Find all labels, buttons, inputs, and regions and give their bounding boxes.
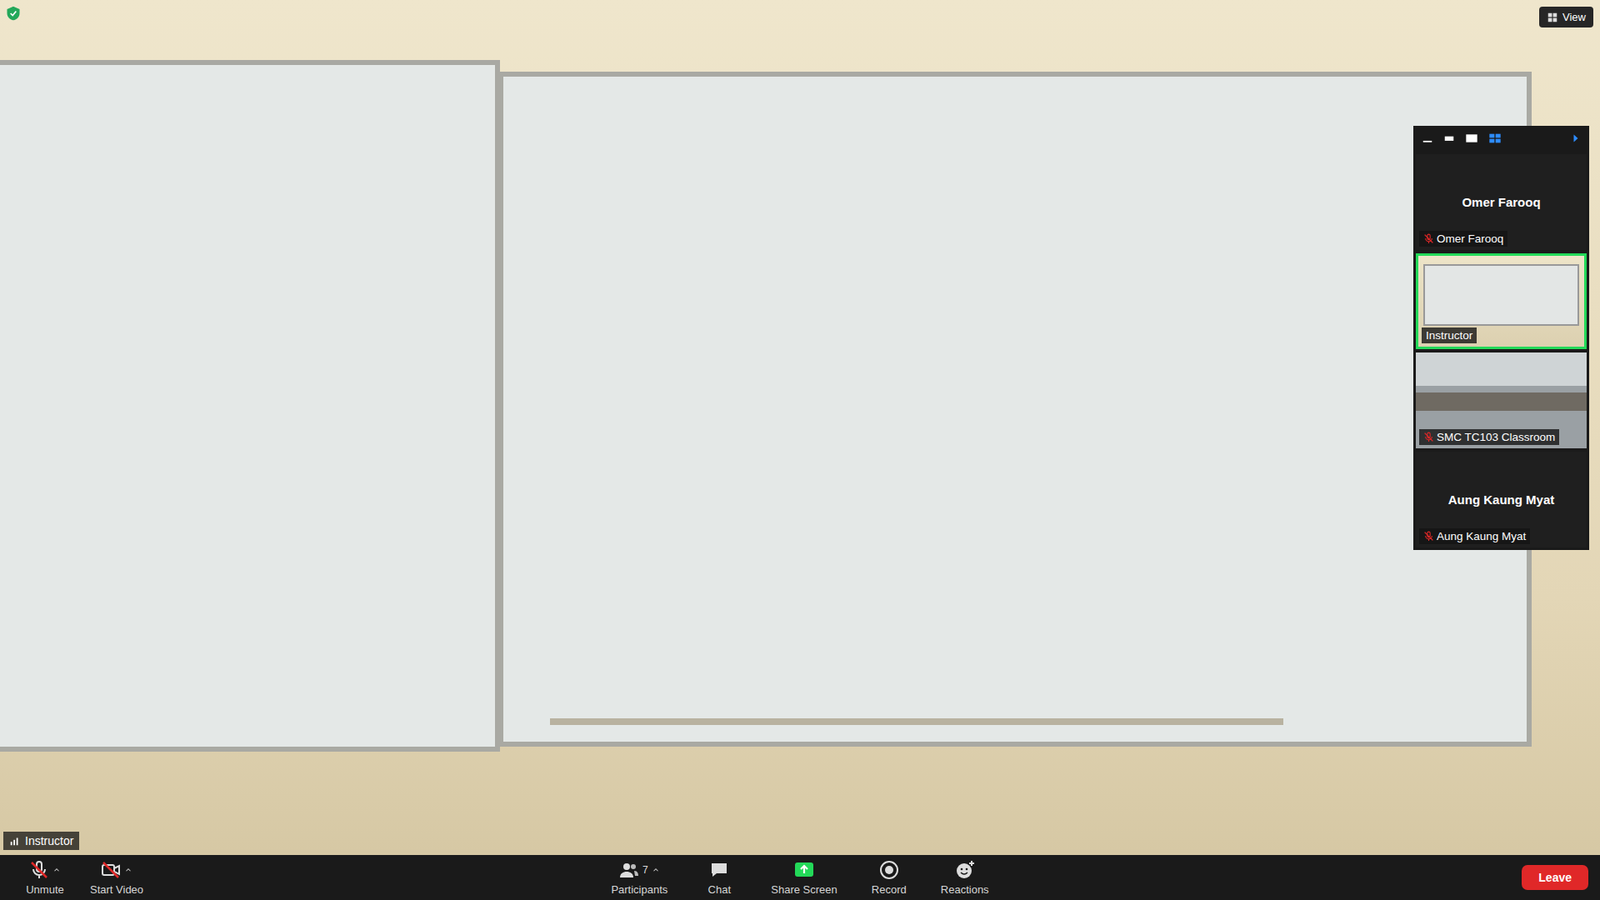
options-caret-icon[interactable] bbox=[651, 865, 660, 875]
participant-tile[interactable]: Instructor bbox=[1415, 253, 1587, 350]
speaker-view-icon[interactable] bbox=[1465, 131, 1479, 145]
view-button[interactable]: View bbox=[1539, 6, 1594, 28]
meeting-toolbar: Unmute Start Video 7 Participants Chat Share … bbox=[0, 855, 1600, 900]
marker-tray bbox=[550, 718, 1284, 725]
participant-tile[interactable]: Aung Kaung Myat Aung Kaung Myat bbox=[1415, 451, 1587, 548]
tile-label: Aung Kaung Myat bbox=[1419, 528, 1530, 545]
toolbar-label[interactable]: Participants bbox=[610, 883, 668, 896]
mic-icon bbox=[29, 860, 50, 880]
chat-icon bbox=[709, 860, 730, 880]
toolbar-button[interactable]: Unmute bbox=[16, 859, 74, 896]
strip-view-icon[interactable] bbox=[1443, 132, 1455, 145]
participant-name: Aung Kaung Myat bbox=[1445, 489, 1559, 510]
gallery-view-icon[interactable] bbox=[1488, 131, 1502, 145]
reactions-icon bbox=[955, 860, 975, 880]
toolbar-label[interactable]: Unmute bbox=[25, 883, 65, 896]
active-speaker-label: Instructor bbox=[3, 831, 80, 850]
toolbar-left: Unmute Start Video bbox=[0, 859, 606, 896]
icon-row bbox=[29, 859, 61, 881]
participant-count: 7 bbox=[642, 864, 649, 876]
gallery-panel: Omer Farooq Omer Farooq Instructor SMC TC10… bbox=[1413, 125, 1590, 550]
security-shield-icon bbox=[5, 5, 22, 22]
gallery-controls bbox=[1413, 125, 1590, 151]
toolbar-button[interactable]: Chat bbox=[690, 859, 748, 896]
toolbar-button[interactable]: Reactions bbox=[935, 859, 995, 896]
leave-button[interactable]: Leave bbox=[1521, 865, 1589, 890]
toolbar-button[interactable]: Record bbox=[860, 859, 918, 896]
grid-icon bbox=[1546, 11, 1559, 24]
participant-name: Omer Farooq bbox=[1458, 191, 1544, 213]
options-caret-icon[interactable] bbox=[52, 865, 61, 875]
whiteboard-right bbox=[498, 71, 1532, 747]
participant-tile[interactable]: SMC TC103 Classroom bbox=[1415, 352, 1587, 449]
shared-video: View Instructor Omer Farooq Omer Farooq Inst… bbox=[0, 0, 1600, 855]
next-page-icon[interactable] bbox=[1570, 133, 1581, 144]
icon-row bbox=[955, 859, 975, 881]
whiteboard-left bbox=[0, 60, 500, 752]
toolbar-label[interactable]: Chat bbox=[708, 883, 731, 896]
icon-row bbox=[100, 859, 133, 881]
tile-label-text: Instructor bbox=[1425, 329, 1473, 342]
toolbar-center: 7 Participants Chat Share Screen Record React… bbox=[605, 859, 994, 896]
muted-mic-icon bbox=[1423, 233, 1435, 245]
muted-mic-icon bbox=[1423, 530, 1435, 542]
toolbar-button[interactable]: Share Screen bbox=[765, 859, 843, 896]
icon-row: 7 bbox=[619, 859, 660, 881]
view-label[interactable]: View bbox=[1562, 10, 1586, 24]
thumbnail-board bbox=[1415, 392, 1587, 411]
muted-mic-icon bbox=[1423, 431, 1435, 443]
participants-icon bbox=[619, 860, 640, 880]
tile-label-text: Aung Kaung Myat bbox=[1436, 530, 1526, 543]
toolbar-label[interactable]: Share Screen bbox=[770, 883, 838, 896]
toolbar-button[interactable]: Start Video bbox=[85, 859, 149, 896]
tile-label-text: SMC TC103 Classroom bbox=[1436, 430, 1555, 444]
tile-label: SMC TC103 Classroom bbox=[1419, 429, 1560, 445]
record-icon bbox=[879, 860, 900, 880]
camera-icon bbox=[100, 860, 121, 880]
participant-tile[interactable]: Omer Farooq Omer Farooq bbox=[1415, 154, 1587, 250]
minimize-icon[interactable] bbox=[1421, 132, 1434, 145]
tile-label: Omer Farooq bbox=[1419, 230, 1508, 247]
icon-row bbox=[879, 859, 900, 881]
toolbar-label[interactable]: Start Video bbox=[90, 883, 144, 896]
speaker-name: Instructor bbox=[25, 834, 74, 848]
tile-label: Instructor bbox=[1421, 327, 1477, 344]
share-icon bbox=[794, 860, 815, 880]
toolbar-button[interactable]: 7 Participants bbox=[605, 859, 673, 896]
icon-row bbox=[794, 859, 815, 881]
signal-icon bbox=[9, 835, 21, 847]
thumbnail-board bbox=[1423, 264, 1580, 326]
options-caret-icon[interactable] bbox=[124, 865, 133, 875]
toolbar-label[interactable]: Record bbox=[871, 883, 907, 896]
icon-row bbox=[709, 859, 730, 881]
toolbar-label[interactable]: Reactions bbox=[940, 883, 990, 896]
tile-label-text: Omer Farooq bbox=[1436, 232, 1504, 245]
toolbar-right: Leave bbox=[994, 865, 1600, 890]
